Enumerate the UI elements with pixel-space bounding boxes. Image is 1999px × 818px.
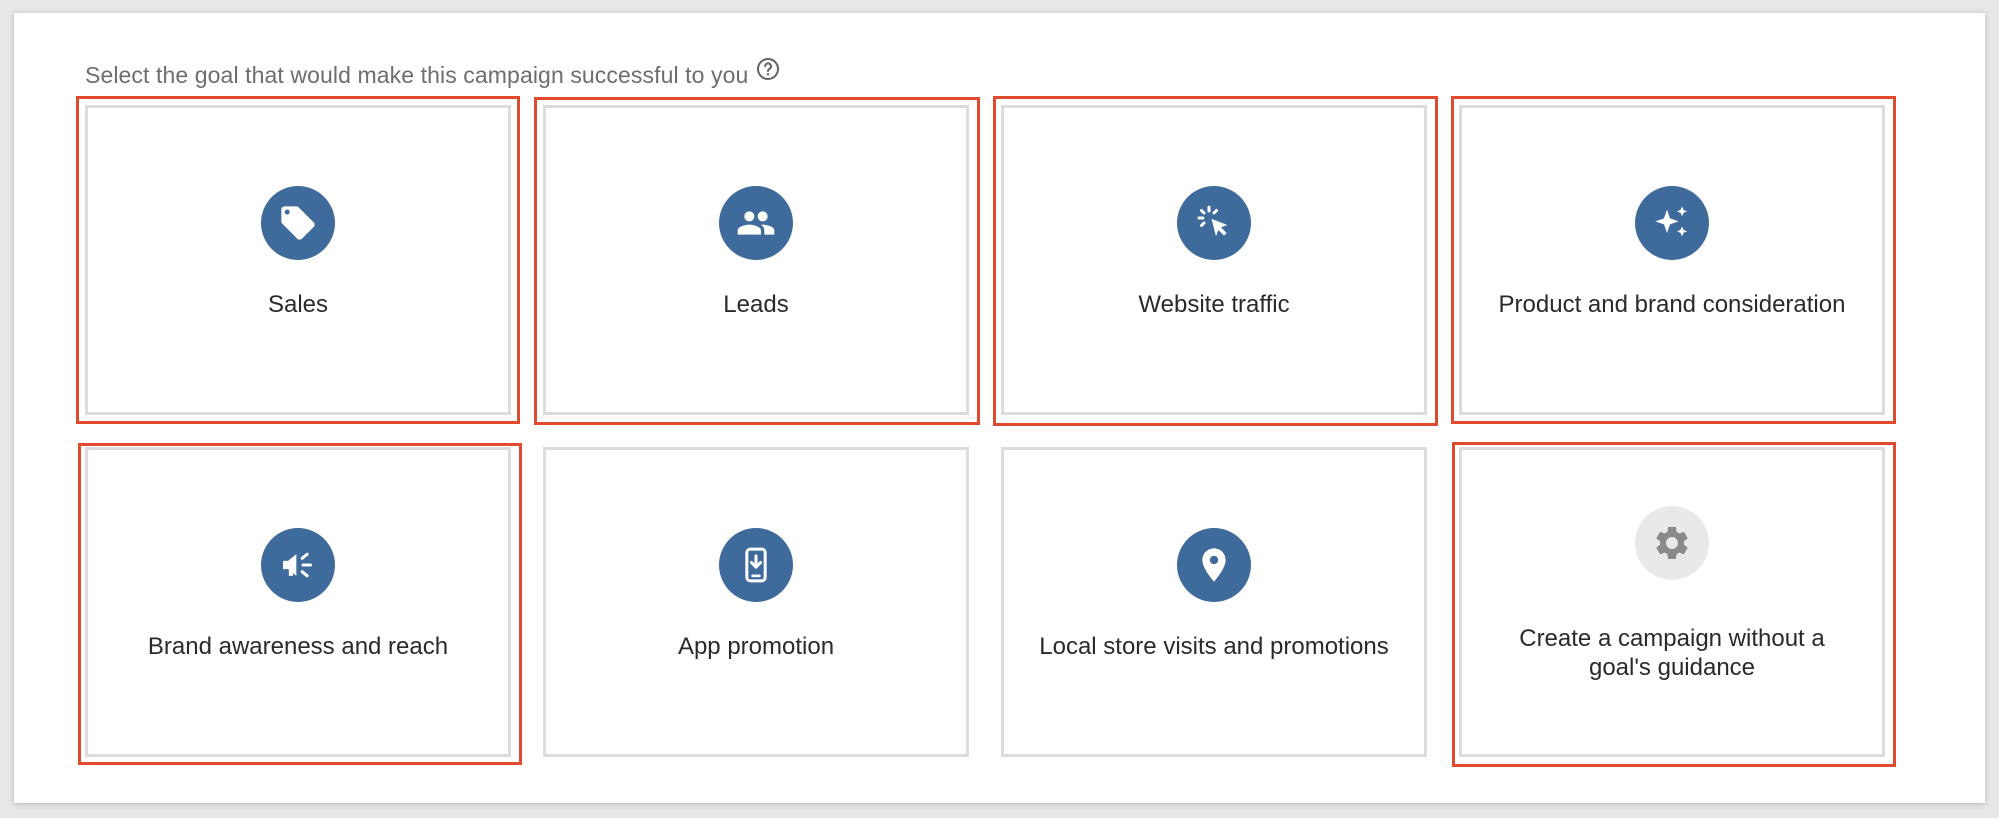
goal-label-sales: Sales [267, 290, 329, 318]
gear-icon [1635, 506, 1709, 580]
goal-card-website-traffic[interactable]: Website traffic [1001, 105, 1427, 415]
goal-heading: Select the goal that would make this cam… [85, 58, 780, 92]
location-pin-icon [1177, 527, 1251, 602]
goal-label-website-traffic: Website traffic [1138, 290, 1290, 318]
goal-card-local-store-visits[interactable]: Local store visits and promotions [1001, 447, 1427, 757]
goal-card-no-goal-guidance[interactable]: Create a campaign without a goal's guida… [1459, 447, 1885, 757]
goal-card-sales[interactable]: Sales [85, 105, 511, 415]
goal-label-local-store-visits: Local store visits and promotions [1039, 632, 1389, 660]
phone-download-icon [719, 527, 793, 602]
goal-label-leads: Leads [723, 290, 789, 318]
megaphone-icon [261, 527, 335, 602]
goal-card-app-promotion[interactable]: App promotion [543, 447, 969, 757]
goal-card-leads[interactable]: Leads [543, 105, 969, 415]
goal-label-brand-awareness: Brand awareness and reach [147, 632, 449, 660]
tag-icon [261, 185, 335, 260]
sparkle-icon [1635, 185, 1709, 260]
goal-label-product-brand-consideration: Product and brand consideration [1498, 290, 1846, 318]
help-circle-icon[interactable] [756, 57, 780, 81]
goal-label-app-promotion: App promotion [677, 632, 835, 660]
goal-card-brand-awareness[interactable]: Brand awareness and reach [85, 447, 511, 757]
people-icon [719, 185, 793, 260]
goal-heading-text: Select the goal that would make this cam… [85, 61, 749, 88]
goal-label-no-goal-guidance: Create a campaign without a goal's guida… [1519, 625, 1825, 681]
cursor-click-icon [1177, 185, 1251, 260]
goal-card-product-brand-consideration[interactable]: Product and brand consideration [1459, 105, 1885, 415]
